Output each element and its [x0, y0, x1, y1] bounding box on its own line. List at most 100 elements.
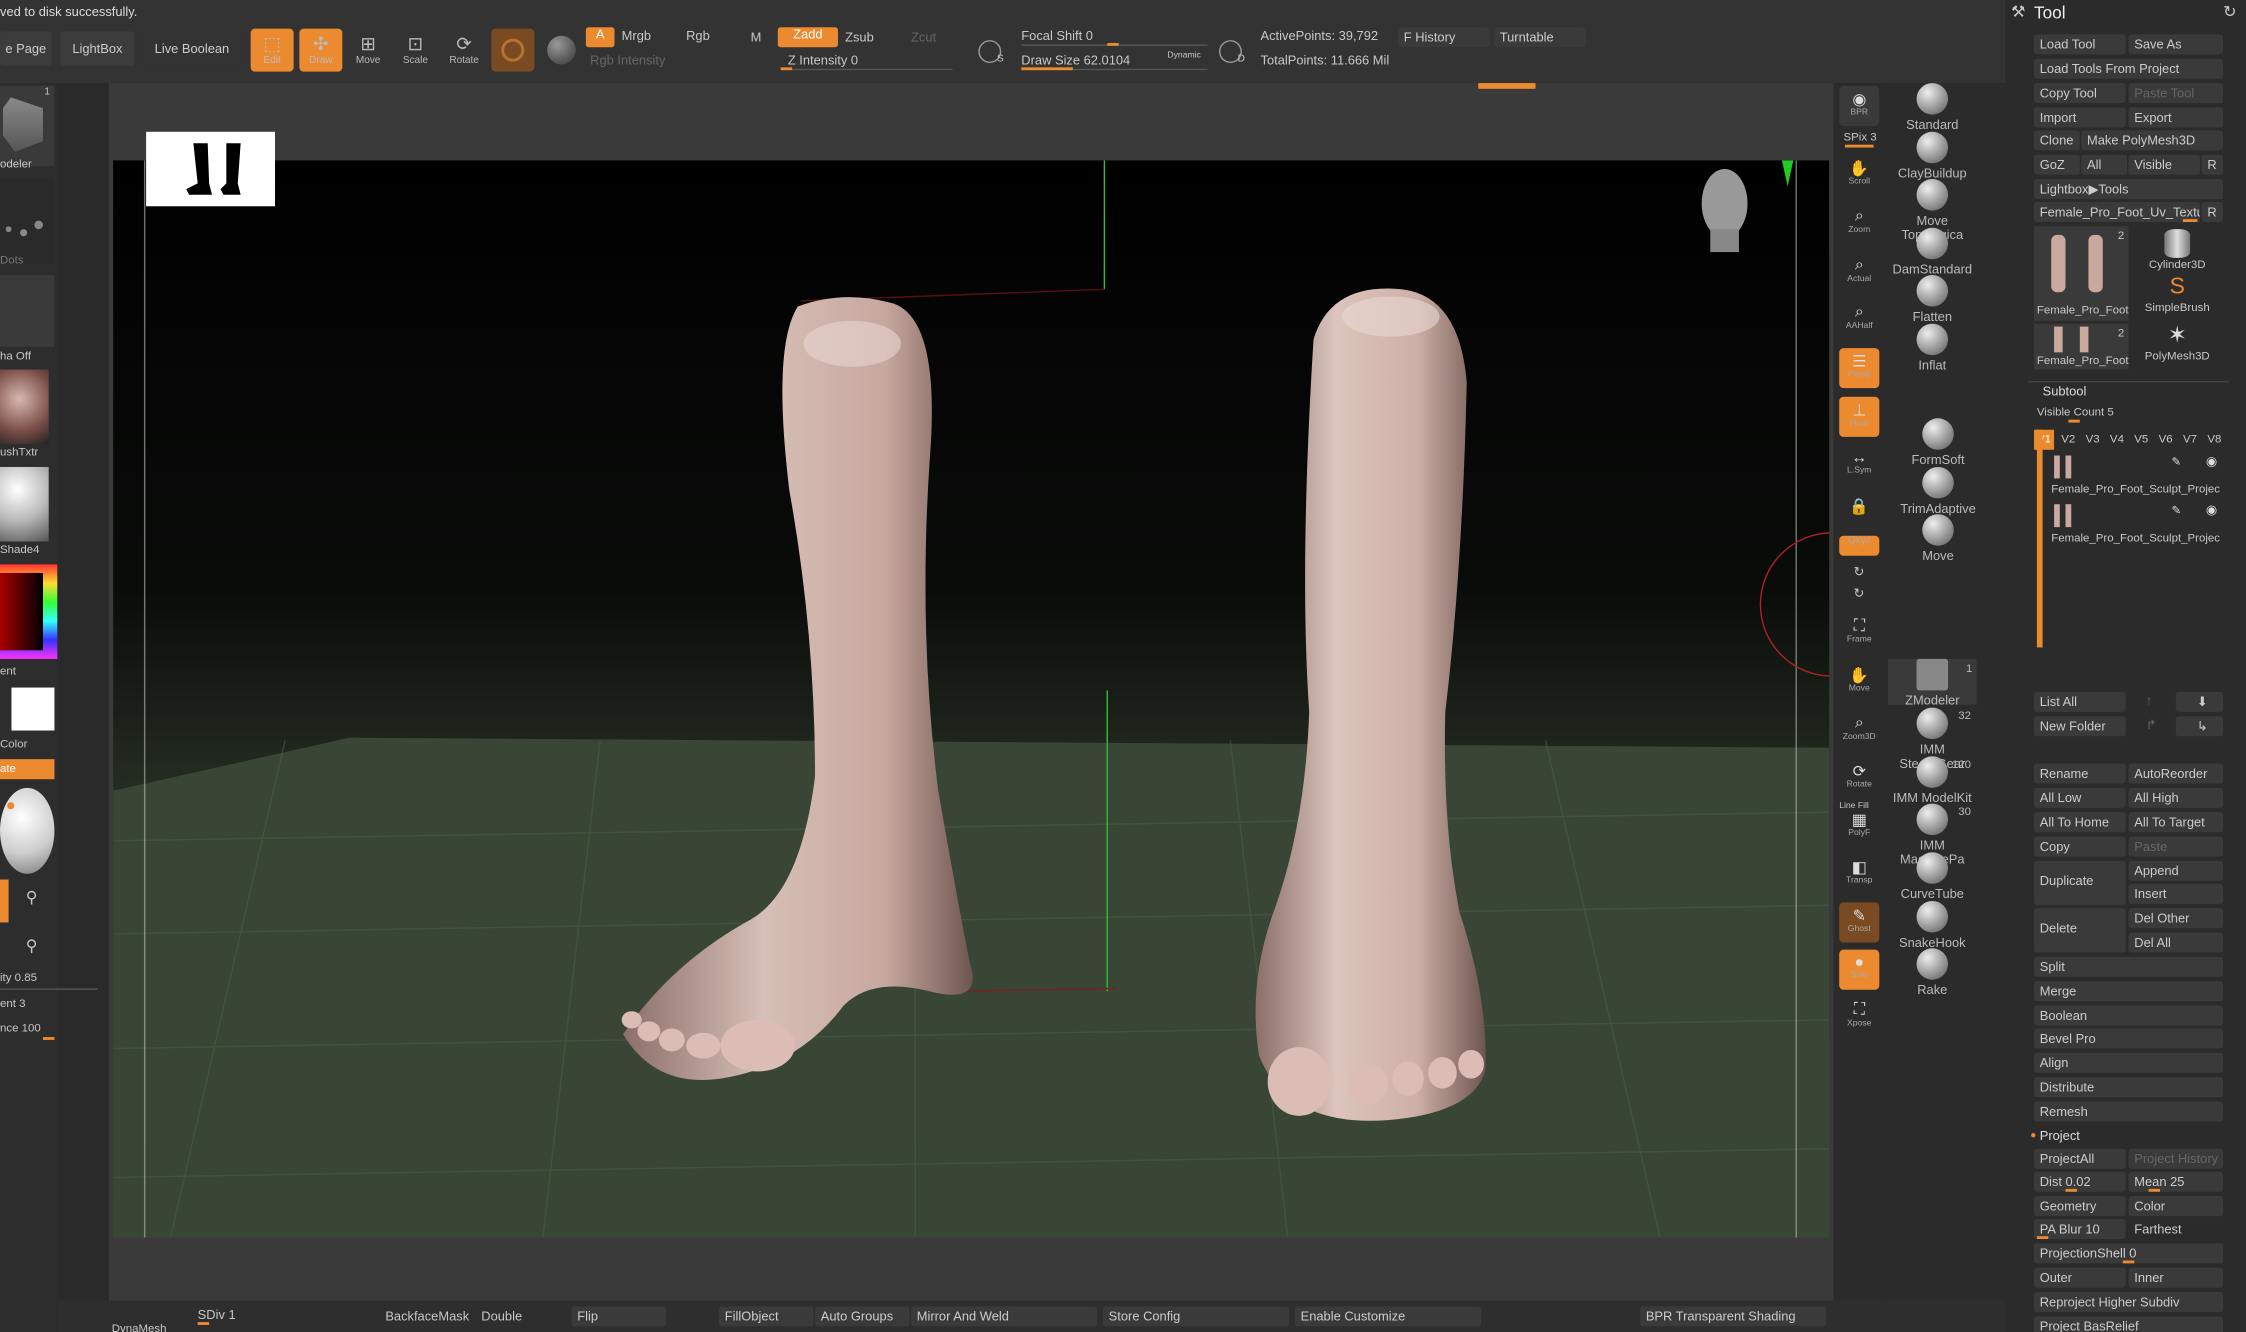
del-other-button[interactable]: Del Other	[2128, 908, 2224, 929]
bpr-transparent-shading-button[interactable]: BPR Transparent Shading	[1640, 1306, 1827, 1327]
fillobject-button[interactable]: FillObject	[719, 1306, 814, 1327]
project-section[interactable]: Project	[2034, 1126, 2223, 1146]
mirror-weld-button[interactable]: Mirror And Weld	[911, 1306, 1098, 1327]
append-button[interactable]: Append	[2128, 860, 2224, 881]
color-picker-hue[interactable]	[0, 564, 58, 659]
alternate-button[interactable]: ate	[0, 759, 55, 780]
frame-button[interactable]: ⛶ Frame	[1839, 613, 1879, 653]
brush-move[interactable]: Move	[1894, 514, 1983, 563]
scroll-button[interactable]: ✋ Scroll	[1839, 155, 1879, 195]
version-tab[interactable]: V8	[2207, 433, 2221, 446]
new-folder-button[interactable]: New Folder	[2034, 716, 2126, 737]
all-high-button[interactable]: All High	[2128, 787, 2224, 808]
all-button[interactable]: All	[2081, 154, 2128, 175]
make-polymesh-button[interactable]: Make PolyMesh3D	[2081, 130, 2224, 151]
model-thumbnail[interactable]: 1	[0, 85, 55, 167]
project-basrelief-button[interactable]: Project BasRelief	[2034, 1316, 2224, 1332]
version-tab[interactable]: V2	[2061, 433, 2075, 446]
import-button[interactable]: Import	[2034, 107, 2126, 128]
brush-rake[interactable]: Rake	[1888, 948, 1977, 997]
tool-thumb-female-foot-2[interactable]: 2 Female_Pro_Foot	[2034, 323, 2129, 370]
brush-damstandard[interactable]: DamStandard	[1888, 227, 1977, 276]
rgb-intensity-slider[interactable]: Rgb Intensity	[590, 53, 665, 67]
material-swatch[interactable]	[491, 28, 535, 72]
distribute-section[interactable]: Distribute	[2034, 1077, 2224, 1098]
tool-thumb-simplebrush[interactable]: S SimpleBrush	[2131, 275, 2223, 321]
double-button[interactable]: Double	[481, 1309, 522, 1323]
rename-button[interactable]: Rename	[2034, 763, 2126, 784]
export-button[interactable]: Export	[2128, 107, 2224, 128]
bpr-button[interactable]: ◉ BPR	[1839, 85, 1880, 127]
duplicate-button[interactable]: Duplicate	[2034, 860, 2126, 906]
visible-button[interactable]: Visible	[2128, 154, 2201, 175]
align-section[interactable]: Align	[2034, 1052, 2224, 1073]
lock-button[interactable]: 🔒	[1839, 493, 1879, 533]
version-tab[interactable]: V4	[2110, 433, 2124, 446]
ghost-button[interactable]: ✎ Ghost	[1839, 902, 1880, 943]
color-button[interactable]: Color	[2128, 1196, 2224, 1217]
move-down-button[interactable]: ↳	[2175, 716, 2224, 737]
boolean-section[interactable]: Boolean	[2034, 1005, 2224, 1026]
rotate-y-icon[interactable]: ↻	[1854, 564, 1865, 580]
intensity-slider[interactable]: ity 0.85	[0, 971, 37, 984]
autoreorder-button[interactable]: AutoReorder	[2128, 763, 2224, 784]
brush-standard[interactable]: Standard	[1888, 83, 1977, 132]
a-toggle[interactable]: A	[585, 27, 615, 48]
subtool-scrollbar[interactable]	[2036, 429, 2043, 648]
r-button-2[interactable]: R	[2201, 201, 2224, 223]
dist-slider[interactable]: Dist 0.02	[2034, 1171, 2126, 1192]
draw-size-slider[interactable]: Draw Size 62.0104	[1021, 53, 1130, 67]
canvas-3d[interactable]	[113, 160, 1830, 1238]
dynamic-toggle[interactable]: Dynamic	[1167, 52, 1200, 61]
actual-button[interactable]: ⌕ Actual	[1839, 252, 1879, 292]
light-dot-icon[interactable]	[7, 802, 15, 810]
component-slider[interactable]: ent 3	[0, 997, 25, 1010]
rgb-button[interactable]: Rgb	[686, 29, 710, 43]
load-from-project-button[interactable]: Load Tools From Project	[2034, 58, 2224, 79]
bulb-icon[interactable]: ⚲	[26, 888, 38, 907]
edit-button[interactable]: ⬚ Edit	[250, 28, 294, 72]
paste-button[interactable]: Paste	[2128, 836, 2224, 857]
zcut-button[interactable]: Zcut	[911, 30, 936, 44]
tool-title[interactable]: Tool	[2034, 3, 2066, 23]
secondary-color-swatch[interactable]	[11, 687, 55, 731]
zoom-button[interactable]: ⌕ Zoom	[1839, 203, 1879, 243]
sdiv-slider[interactable]: SDiv 1	[198, 1308, 236, 1322]
page-button[interactable]: e Page	[0, 31, 52, 66]
all-to-target-button[interactable]: All To Target	[2128, 812, 2224, 833]
tool-thumb-cylinder[interactable]: Cylinder3D	[2131, 226, 2223, 272]
rotate-view-button[interactable]: ⟳ Rotate	[1839, 758, 1879, 798]
material-thumbnail[interactable]	[0, 466, 49, 542]
dynamesh-button[interactable]: DynaMesh	[112, 1322, 167, 1332]
version-tab[interactable]: V6	[2159, 433, 2173, 446]
brush-icon[interactable]: ✎	[2172, 504, 2182, 517]
brush-claybuildup[interactable]: ClayBuildup	[1888, 131, 1977, 180]
merge-section[interactable]: Merge	[2034, 981, 2224, 1002]
project-history-button[interactable]: Project History	[2128, 1148, 2224, 1169]
del-all-button[interactable]: Del All	[2128, 932, 2224, 953]
draw-button[interactable]: ✣ Draw	[299, 28, 343, 72]
subtool-header[interactable]: Subtool	[2043, 384, 2087, 398]
scale-button[interactable]: ⊡ Scale	[394, 29, 437, 72]
arrow-up-icon[interactable]: ↑	[2146, 693, 2152, 707]
zoom3d-button[interactable]: ⌕ Zoom3D	[1839, 710, 1879, 750]
all-low-button[interactable]: All Low	[2034, 787, 2126, 808]
rotate-z-icon[interactable]: ↻	[1854, 586, 1865, 602]
save-as-button[interactable]: Save As	[2128, 34, 2224, 55]
z-intensity-slider[interactable]: Z Intensity 0	[788, 53, 858, 67]
xyz-button[interactable]: Qxyz	[1839, 535, 1880, 556]
subtool-item[interactable]: ✎ ◉ Female_Pro_Foot_Sculpt_Projec	[2048, 501, 2226, 547]
alpha-thumbnail[interactable]	[0, 275, 55, 347]
zsub-button[interactable]: Zsub	[845, 30, 874, 44]
lsym-button[interactable]: ↔ L.Sym	[1839, 445, 1879, 485]
polyf-button[interactable]: ▦ PolyF	[1839, 806, 1879, 846]
brush-icon[interactable]: ✎	[2172, 456, 2182, 469]
bevel-pro-section[interactable]: Bevel Pro	[2034, 1028, 2224, 1049]
version-tab[interactable]: V3	[2086, 433, 2100, 446]
arrow-down-button[interactable]: ⬇	[2175, 691, 2224, 712]
inner-button[interactable]: Inner	[2128, 1267, 2224, 1288]
rotate-button[interactable]: ⟳ Rotate	[443, 29, 486, 72]
copy-tool-button[interactable]: Copy Tool	[2034, 83, 2126, 104]
zadd-button[interactable]: Zadd	[777, 27, 838, 48]
floor-button[interactable]: ⊥ Floor	[1839, 396, 1880, 437]
